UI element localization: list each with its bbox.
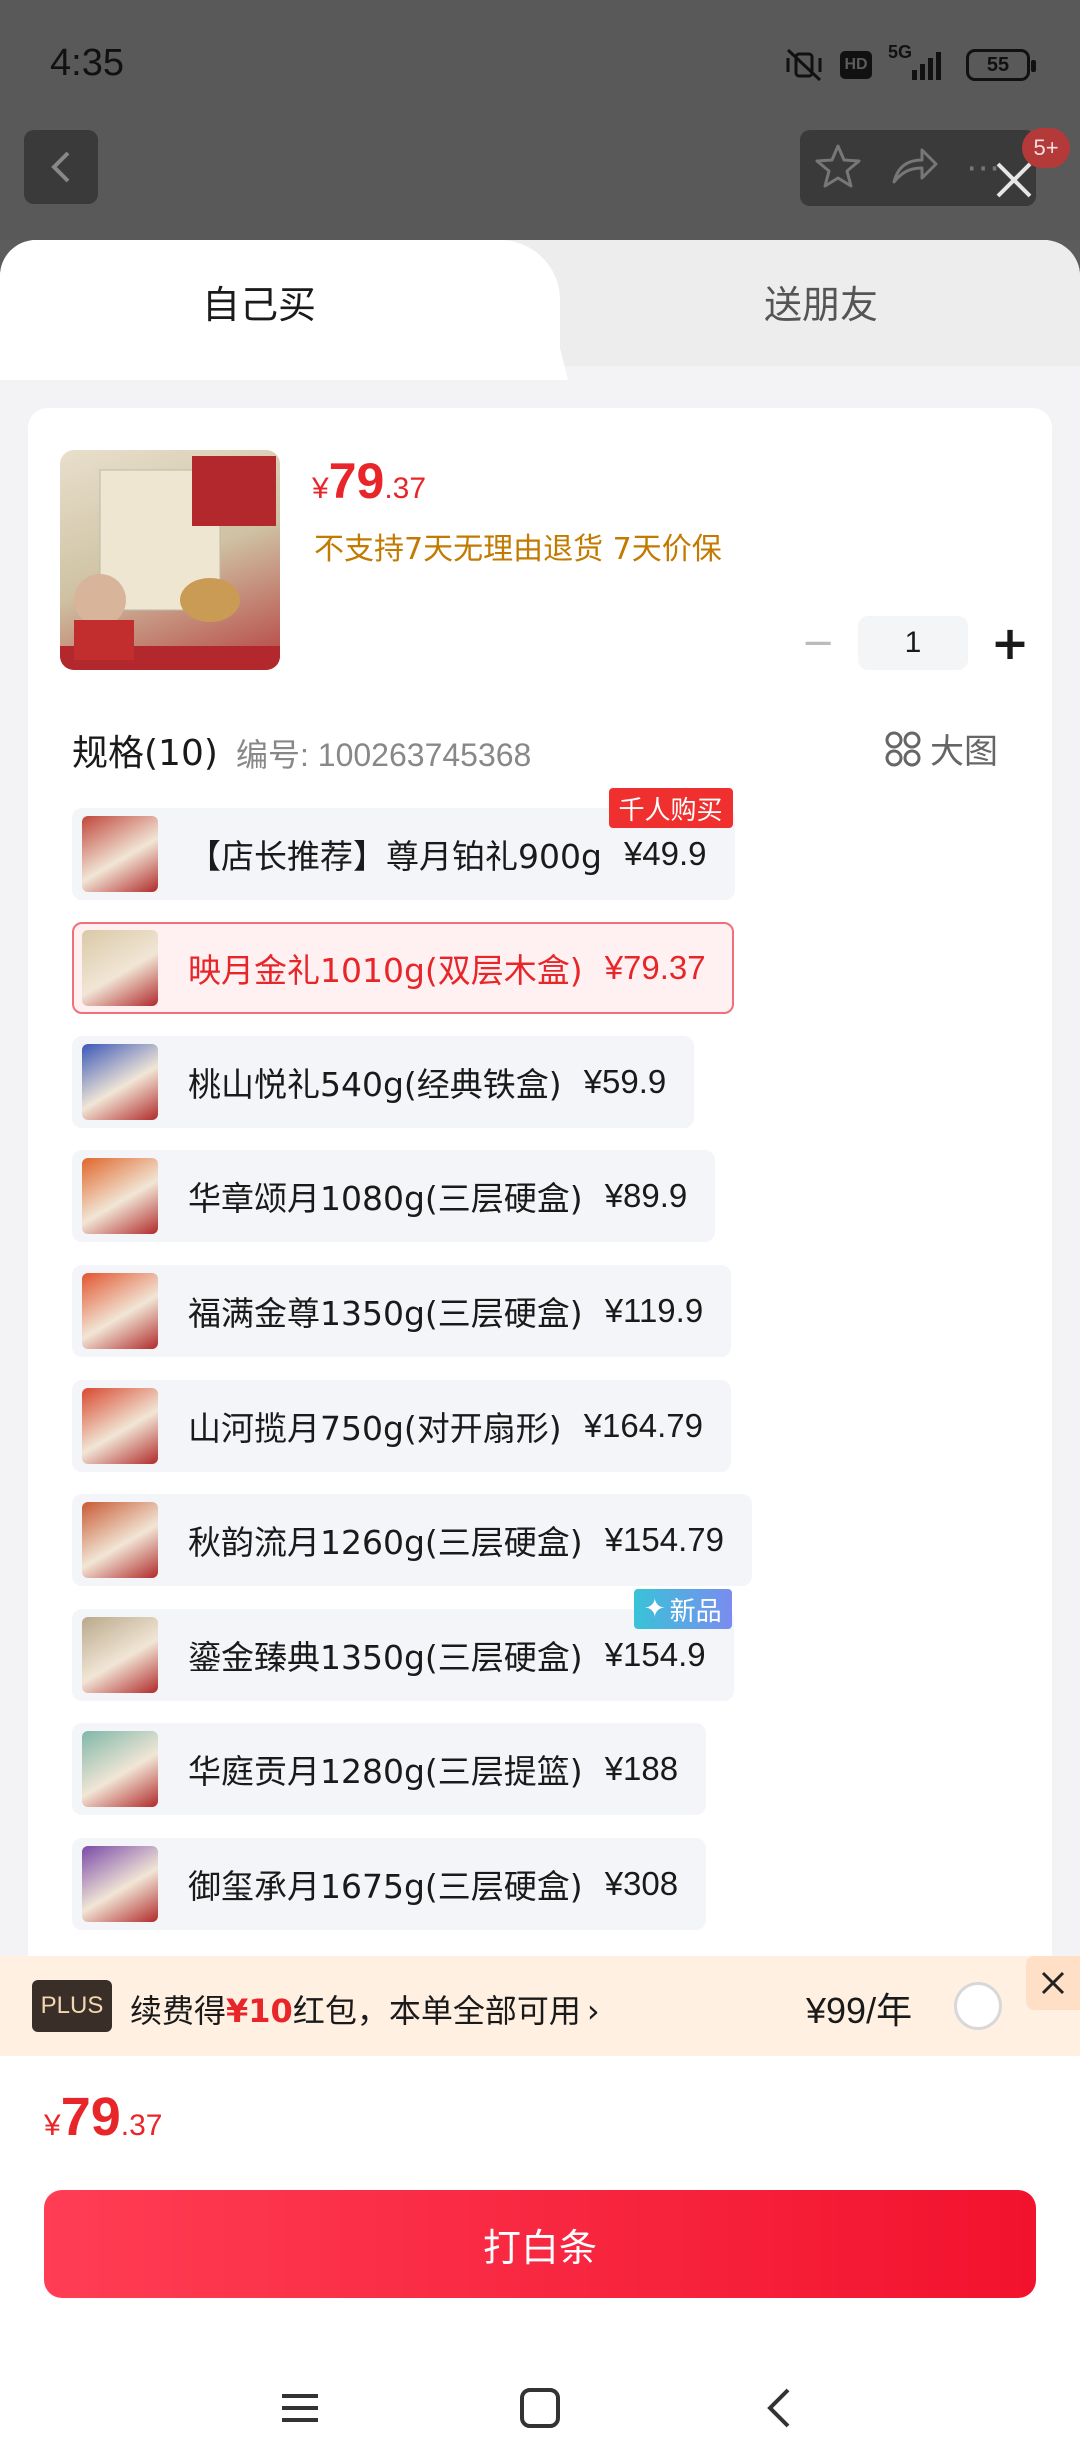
- spec-option-price: ¥188: [604, 1750, 679, 1787]
- plus-close-button[interactable]: [1026, 1956, 1080, 2010]
- quantity-decrease-button[interactable]: −: [800, 620, 836, 666]
- plus-price: ¥99/年: [806, 1990, 913, 2031]
- spec-option-thumbnail: [82, 1731, 158, 1807]
- menu-nav-button[interactable]: [268, 2376, 332, 2440]
- spec-option-label: 福满金尊1350g(三层硬盒): [188, 1294, 583, 1333]
- spec-option-label: 御玺承月1675g(三层硬盒): [188, 1867, 583, 1906]
- plus-promo-text[interactable]: 续费得¥10红包，本单全部可用 ›: [130, 1986, 600, 2032]
- spec-option-price: ¥119.9: [604, 1292, 704, 1329]
- spec-option-thumbnail: [82, 1044, 158, 1120]
- big-picture-label: 大图: [930, 732, 998, 772]
- spec-option[interactable]: 山河揽月750g(对开扇形) ¥164.79: [72, 1380, 731, 1472]
- spec-option-price: ¥59.9: [583, 1063, 667, 1100]
- spec-option-price: ¥79.37: [604, 949, 706, 986]
- chevron-left-icon: [51, 151, 70, 183]
- sparkle-icon: ✦: [643, 1594, 666, 1624]
- spec-heading: 规格(10): [72, 733, 218, 774]
- spec-option-thumbnail: [82, 816, 158, 892]
- plus-text-post: 红包，本单全部可用: [292, 1992, 581, 2030]
- spec-option-selected[interactable]: 映月金礼1010g(双层木盒) ¥79.37: [72, 922, 734, 1014]
- plus-text-amount: ¥10: [226, 1992, 293, 2030]
- close-icon: [996, 162, 1032, 198]
- spec-option[interactable]: 桃山悦礼540g(经典铁盒) ¥59.9: [72, 1036, 695, 1128]
- spec-option-price: ¥154.9: [604, 1636, 706, 1673]
- spec-option-thumbnail: [82, 930, 158, 1006]
- grid-icon: [885, 731, 921, 766]
- close-sheet-button[interactable]: [992, 158, 1036, 202]
- tab-gift-friend[interactable]: 送朋友: [764, 274, 878, 329]
- plus-select-radio[interactable]: [954, 1982, 1002, 2030]
- spec-option[interactable]: 华章颂月1080g(三层硬盒) ¥89.9: [72, 1150, 716, 1242]
- bottom-price: ¥79.37: [44, 2086, 162, 2148]
- spec-option-thumbnail: [82, 1388, 158, 1464]
- product-code: 编号: 100263745368: [236, 737, 532, 773]
- quantity-increase-button[interactable]: +: [990, 616, 1030, 670]
- tag-label: 千人购买: [618, 795, 723, 826]
- plus-text-pre: 续费得: [130, 1992, 227, 2030]
- spec-option-thumbnail: [82, 1273, 158, 1349]
- spec-option[interactable]: 鎏金臻典1350g(三层硬盒) ¥154.9 ✦ 新品: [72, 1589, 734, 1701]
- favorite-star-icon[interactable]: [814, 142, 862, 194]
- spec-option-thumbnail: [82, 1502, 158, 1578]
- price-currency: ¥: [312, 472, 329, 505]
- product-price: ¥79.37: [312, 452, 426, 510]
- status-bar: 4:35 HD 5G 55: [0, 0, 1080, 130]
- spec-option[interactable]: 华庭贡月1280g(三层提篮) ¥188: [72, 1723, 707, 1815]
- mute-vibrate-icon: [784, 48, 824, 82]
- bottom-price-integer: 79: [60, 2087, 121, 2147]
- signal-icon: 5G: [888, 42, 950, 82]
- spec-option-price: ¥154.79: [604, 1521, 724, 1558]
- share-icon[interactable]: [888, 142, 940, 194]
- back-chevron-icon: [767, 2388, 790, 2428]
- quantity-stepper: − 1 +: [800, 616, 1030, 670]
- spec-option-label: 【店长推荐】尊月铂礼900g: [188, 837, 602, 876]
- spec-option-label: 映月金礼1010g(双层木盒): [188, 951, 583, 990]
- spec-option[interactable]: 秋韵流月1260g(三层硬盒) ¥154.79: [72, 1494, 752, 1586]
- spec-option-label: 华章颂月1080g(三层硬盒): [188, 1179, 583, 1218]
- product-image[interactable]: [60, 450, 280, 670]
- baitiao-pay-button[interactable]: 打白条: [44, 2190, 1036, 2298]
- service-info: 不支持7天无理由退货 7天价保: [314, 532, 722, 567]
- close-icon: [1041, 1971, 1065, 1995]
- bottom-price-decimal: .37: [120, 2109, 163, 2142]
- home-nav-button[interactable]: [508, 2376, 572, 2440]
- spec-option-thumbnail: [82, 1158, 158, 1234]
- back-button[interactable]: [24, 130, 98, 204]
- spec-option-label: 桃山悦礼540g(经典铁盒): [188, 1065, 562, 1104]
- spec-option-thumbnail: [82, 1617, 158, 1693]
- spec-option[interactable]: 御玺承月1675g(三层硬盒) ¥308: [72, 1838, 707, 1930]
- new-product-tag: ✦ 新品: [633, 1589, 732, 1629]
- hd-icon: HD: [840, 51, 872, 79]
- spec-option-label: 华庭贡月1280g(三层提篮): [188, 1752, 583, 1791]
- menu-icon: [282, 2394, 318, 2422]
- battery-icon: 55: [966, 49, 1036, 81]
- spec-option[interactable]: 福满金尊1350g(三层硬盒) ¥119.9: [72, 1265, 732, 1357]
- status-icons: HD 5G 55: [784, 42, 1036, 82]
- spec-option-label: 山河揽月750g(对开扇形): [188, 1409, 562, 1448]
- plus-logo: PLUS: [32, 1980, 112, 2032]
- spec-option[interactable]: 【店长推荐】尊月铂礼900g ¥49.9 千人购买: [72, 788, 735, 900]
- big-picture-toggle[interactable]: 大图: [884, 724, 998, 773]
- price-integer: 79: [328, 453, 385, 509]
- spec-option-price: ¥89.9: [604, 1177, 688, 1214]
- spec-option-price: ¥308: [604, 1865, 679, 1902]
- popular-tag: 千人购买: [608, 788, 733, 828]
- spec-option-price: ¥49.9: [623, 835, 707, 872]
- price-decimal: .37: [384, 472, 427, 505]
- spec-option-thumbnail: [82, 1846, 158, 1922]
- tag-label: 新品: [669, 1596, 722, 1627]
- network-type-label: 5G: [888, 42, 913, 62]
- back-nav-button[interactable]: [748, 2376, 812, 2440]
- spec-option-label: 秋韵流月1260g(三层硬盒): [188, 1523, 583, 1562]
- spec-option-label: 鎏金臻典1350g(三层硬盒): [188, 1638, 583, 1677]
- bottom-price-currency: ¥: [44, 2109, 61, 2142]
- spec-option-price: ¥164.79: [583, 1407, 703, 1444]
- tab-self-buy[interactable]: 自己买: [202, 274, 316, 329]
- status-time: 4:35: [50, 42, 124, 84]
- chevron-right-icon: ›: [586, 1992, 600, 2030]
- home-square-icon: [520, 2388, 560, 2428]
- quantity-value[interactable]: 1: [858, 616, 968, 670]
